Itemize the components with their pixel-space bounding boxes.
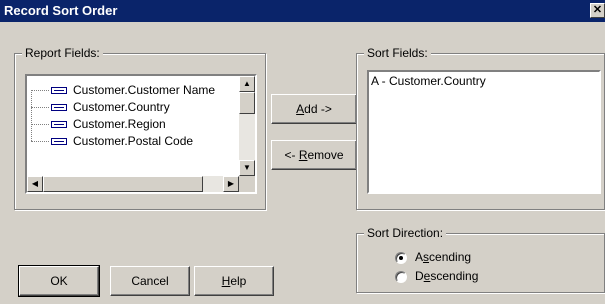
sort-fields-group: Sort Fields: A - Customer.Country bbox=[356, 46, 605, 210]
remove-button-label: <- Remove bbox=[284, 148, 344, 162]
tree-item[interactable]: Customer.Customer Name bbox=[31, 82, 241, 99]
scroll-thumb[interactable] bbox=[239, 92, 255, 114]
sort-direction-label: Sort Direction: bbox=[364, 226, 447, 240]
close-icon: ✕ bbox=[592, 4, 603, 16]
descending-label: Descending bbox=[415, 269, 479, 283]
help-button[interactable]: Help bbox=[194, 266, 274, 296]
scroll-right-button[interactable]: ▶ bbox=[223, 176, 239, 192]
ok-button-label: OK bbox=[50, 274, 68, 288]
scroll-left-button[interactable]: ◀ bbox=[27, 176, 43, 192]
scroll-down-button[interactable]: ▼ bbox=[239, 160, 255, 176]
remove-button[interactable]: <- Remove bbox=[271, 140, 357, 170]
ascending-label: Ascending bbox=[415, 250, 472, 264]
tree-item-label: Customer.Postal Code bbox=[73, 134, 194, 148]
field-icon bbox=[51, 121, 67, 128]
arrow-left-icon: ◀ bbox=[31, 179, 39, 188]
tree-line bbox=[31, 90, 32, 141]
cancel-button[interactable]: Cancel bbox=[110, 266, 190, 296]
radio-checked-icon bbox=[395, 252, 407, 264]
radio-unchecked-icon bbox=[395, 271, 407, 283]
scroll-corner bbox=[239, 176, 255, 192]
ok-button[interactable]: OK bbox=[18, 265, 100, 297]
ascending-radio[interactable]: Ascending bbox=[395, 250, 535, 266]
arrow-up-icon: ▲ bbox=[243, 79, 251, 88]
add-button[interactable]: Add -> bbox=[271, 94, 357, 124]
title-bar: Record Sort Order ✕ bbox=[0, 0, 605, 22]
report-fields-tree[interactable]: Customer.Customer Name Customer.Country … bbox=[25, 74, 257, 194]
scroll-thumb[interactable] bbox=[43, 176, 203, 192]
cancel-button-label: Cancel bbox=[131, 274, 169, 288]
help-button-label: Help bbox=[221, 274, 247, 288]
tree-item[interactable]: Customer.Country bbox=[31, 99, 241, 116]
sort-fields-list[interactable]: A - Customer.Country bbox=[367, 70, 601, 194]
tree-item-label: Customer.Region bbox=[73, 117, 166, 131]
list-item[interactable]: A - Customer.Country bbox=[371, 74, 486, 88]
report-fields-label: Report Fields: bbox=[22, 46, 103, 60]
arrow-down-icon: ▼ bbox=[243, 163, 251, 172]
vertical-scrollbar[interactable]: ▲ ▼ bbox=[239, 76, 255, 176]
sort-fields-label: Sort Fields: bbox=[364, 46, 431, 60]
scroll-up-button[interactable]: ▲ bbox=[239, 76, 255, 92]
field-icon bbox=[51, 138, 67, 145]
tree-item[interactable]: Customer.Postal Code bbox=[31, 133, 241, 150]
window-title: Record Sort Order bbox=[4, 3, 118, 18]
tree-item-label: Customer.Country bbox=[73, 100, 170, 114]
sort-direction-group: Sort Direction: Ascending Descending bbox=[356, 226, 605, 293]
horizontal-scrollbar[interactable]: ◀ ▶ bbox=[27, 176, 239, 192]
report-fields-group: Report Fields: Customer.Customer Name Cu… bbox=[14, 46, 266, 210]
field-icon bbox=[51, 87, 67, 94]
arrow-right-icon: ▶ bbox=[227, 179, 235, 188]
add-button-label: Add -> bbox=[296, 102, 332, 116]
tree-item-label: Customer.Customer Name bbox=[73, 83, 216, 97]
close-button[interactable]: ✕ bbox=[590, 3, 605, 18]
field-icon bbox=[51, 104, 67, 111]
tree-item[interactable]: Customer.Region bbox=[31, 116, 241, 133]
descending-radio[interactable]: Descending bbox=[395, 269, 535, 285]
